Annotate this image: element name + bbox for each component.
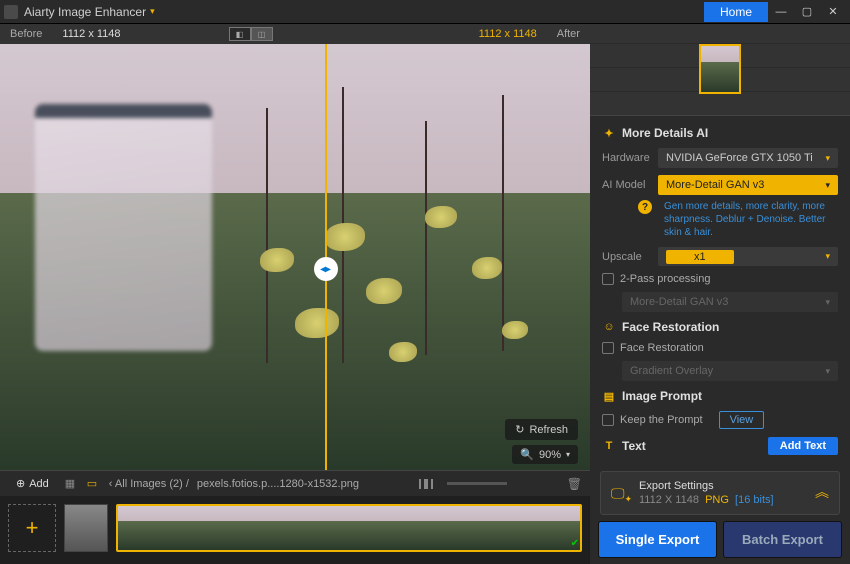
aimodel-select[interactable]: More-Detail GAN v3 ▾: [658, 175, 838, 195]
zoom-icon: 🔍: [520, 448, 534, 461]
thumbnail[interactable]: ✔: [116, 504, 582, 552]
keep-prompt-label: Keep the Prompt: [620, 414, 703, 426]
thumbnail[interactable]: [64, 504, 108, 552]
viewer-pane: Before 1112 x 1148 ◧ ◫ 1112 x 1148 After…: [0, 24, 590, 564]
side-panel: ✦ More Details AI Hardware NVIDIA GeForc…: [590, 24, 850, 564]
before-label: Before: [0, 28, 52, 40]
add-text-button[interactable]: Add Text: [768, 437, 838, 455]
single-export-button[interactable]: Single Export: [598, 521, 717, 558]
window-minimize-button[interactable]: —: [768, 2, 794, 22]
thumb-size-slider[interactable]: [447, 482, 507, 485]
upscale-select[interactable]: x1 ▾: [658, 247, 838, 266]
upscale-label: Upscale: [602, 251, 658, 263]
export-icon: 🖵✦: [611, 485, 629, 502]
chevron-down-icon: ▾: [825, 297, 830, 308]
preview-image: [0, 44, 590, 470]
aimodel-help: Gen more details, more clarity, more sha…: [664, 200, 838, 239]
section-text: T Text Add Text: [602, 437, 838, 455]
chevron-down-icon: ▾: [825, 180, 830, 191]
compare-slider[interactable]: ◂▸: [325, 44, 327, 470]
view-mode-sidebyside-icon[interactable]: ◧: [229, 27, 251, 41]
batch-export-button[interactable]: Batch Export: [723, 521, 842, 558]
prompt-icon: ▤: [602, 389, 616, 403]
keep-prompt-checkbox[interactable]: [602, 414, 614, 426]
twopass-model-select: More-Detail GAN v3 ▾: [622, 292, 838, 312]
after-label: After: [547, 28, 590, 40]
check-icon: ✔: [571, 538, 579, 549]
compare-bar: Before 1112 x 1148 ◧ ◫ 1112 x 1148 After: [0, 24, 590, 44]
plus-icon: ⊕: [16, 477, 25, 490]
export-title: Export Settings: [639, 480, 805, 492]
window-maximize-button[interactable]: ▢: [794, 2, 820, 22]
face-restoration-label: Face Restoration: [620, 342, 704, 354]
twopass-checkbox[interactable]: [602, 273, 614, 285]
chevron-down-icon: ▾: [566, 450, 570, 459]
export-settings[interactable]: 🖵✦ Export Settings 1112 X 1148 PNG [16 b…: [600, 471, 840, 515]
face-overlay-select: Gradient Overlay ▾: [622, 361, 838, 381]
add-image-tile[interactable]: +: [8, 504, 56, 552]
plus-icon: +: [26, 515, 39, 541]
view-prompt-button[interactable]: View: [719, 411, 765, 429]
title-dropdown-icon[interactable]: ▾: [150, 6, 155, 17]
view-mode-toggle: ◧ ◫: [229, 27, 273, 41]
twopass-label: 2-Pass processing: [620, 273, 711, 285]
compare-slider-handle-icon[interactable]: ◂▸: [314, 257, 338, 281]
filmstrip-toolbar: ⊕ Add ▦ ▭ ‹ All Images (2) / pexels.foti…: [0, 470, 590, 496]
navigator[interactable]: [590, 24, 850, 116]
chevron-down-icon: ▾: [825, 366, 830, 377]
window-close-button[interactable]: ✕: [820, 2, 846, 22]
chevron-down-icon: ▾: [825, 251, 830, 262]
image-preview[interactable]: ◂▸ ↻ Refresh 🔍 90% ▾: [0, 44, 590, 470]
app-title: Aiarty Image Enhancer: [24, 5, 146, 19]
title-bar: Aiarty Image Enhancer ▾ Home — ▢ ✕: [0, 0, 850, 24]
section-face-restoration: ☺ Face Restoration: [602, 320, 838, 334]
refresh-button[interactable]: ↻ Refresh: [505, 419, 578, 440]
collapse-icon[interactable]: ︽: [815, 488, 829, 498]
hardware-select[interactable]: NVIDIA GeForce GTX 1050 Ti ▾: [658, 148, 838, 168]
app-logo-icon: [4, 5, 18, 19]
sparkle-icon: ✦: [602, 126, 616, 140]
hardware-label: Hardware: [602, 152, 658, 164]
histogram-icon[interactable]: [419, 479, 433, 489]
face-restoration-checkbox[interactable]: [602, 342, 614, 354]
zoom-value: 90%: [539, 449, 561, 461]
grid-small-icon[interactable]: ▦: [65, 477, 79, 491]
current-filename: pexels.fotios.p....1280-x1532.png: [197, 478, 359, 490]
section-image-prompt: ▤ Image Prompt: [602, 389, 838, 403]
refresh-icon: ↻: [515, 423, 524, 436]
filmstrip: + ✔: [0, 496, 590, 564]
zoom-dropdown[interactable]: 🔍 90% ▾: [512, 445, 578, 464]
export-details: 1112 X 1148 PNG [16 bits]: [639, 494, 805, 506]
aimodel-label: AI Model: [602, 179, 658, 191]
help-icon[interactable]: ?: [638, 200, 652, 214]
add-button[interactable]: ⊕ Add: [8, 475, 57, 492]
home-button[interactable]: Home: [704, 2, 768, 22]
before-dimensions: 1112 x 1148: [52, 28, 130, 40]
navigator-thumb[interactable]: [699, 44, 741, 94]
delete-icon[interactable]: 🗑: [567, 477, 582, 491]
nav-all-images[interactable]: ‹ All Images (2) /: [109, 478, 189, 490]
chevron-down-icon: ▾: [825, 153, 830, 164]
grid-large-icon[interactable]: ▭: [87, 477, 101, 491]
face-icon: ☺: [602, 320, 616, 334]
after-dimensions: 1112 x 1148: [469, 28, 547, 40]
view-mode-split-icon[interactable]: ◫: [251, 27, 273, 41]
section-more-details: ✦ More Details AI: [602, 126, 838, 140]
text-icon: T: [602, 439, 616, 453]
